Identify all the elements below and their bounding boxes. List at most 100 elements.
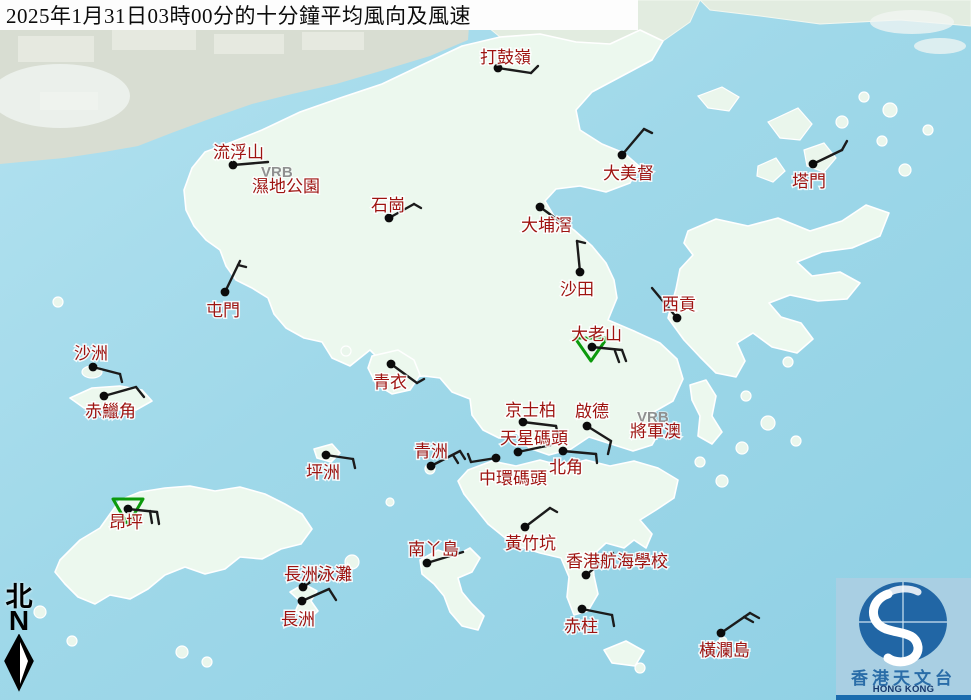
station-dot (492, 454, 501, 463)
hko-logo-icon (836, 578, 971, 668)
station-dot (427, 462, 436, 471)
station-dot (717, 629, 726, 638)
station: 坪洲 (306, 451, 355, 482)
station-dot (583, 422, 592, 431)
north-compass: 北 N (2, 584, 36, 697)
station: 赤柱 (564, 605, 614, 636)
station: 大美督 (603, 129, 654, 183)
wind-barb-tick (136, 387, 144, 397)
station-label: 天星碼頭 (500, 429, 568, 448)
wind-barb-tick (329, 589, 336, 600)
station-dot (582, 571, 591, 580)
wind-barb-tick (157, 512, 159, 524)
station: 天星碼頭 (500, 429, 568, 456)
wind-barb-tick (460, 451, 465, 459)
station-label: 長洲泳灘 (284, 565, 352, 584)
station-label: 昂坪 (109, 513, 143, 532)
wind-barb-staff (592, 347, 622, 350)
wind-barb-tick (453, 455, 458, 463)
station-label: 流浮山 (213, 143, 264, 162)
station: 大老山 (571, 325, 626, 362)
wind-barb-tick (550, 508, 557, 512)
station-dot (536, 203, 545, 212)
station: 北角 (549, 447, 597, 477)
station-label: 坪洲 (306, 463, 340, 482)
station-dot (673, 314, 682, 323)
wind-barb-staff (563, 451, 596, 454)
station-dot (514, 448, 523, 457)
wind-barb-staff (721, 613, 750, 633)
station: 中環碼頭 (468, 454, 547, 488)
station-label: 黃竹坑 (505, 534, 556, 553)
station-dot (576, 268, 585, 277)
station-label: 大美督 (603, 164, 654, 183)
compass-needle-icon (2, 634, 36, 692)
station-label: 赤柱 (564, 617, 598, 636)
map-title-bar: 2025年1月31日03時00分的十分鐘平均風向及風速 (0, 0, 638, 30)
station-dot (618, 151, 627, 160)
wind-barb-tick (615, 351, 619, 362)
station-label: 大老山 (571, 325, 622, 344)
wind-barb-tick (744, 617, 753, 622)
wind-barb-staff (498, 68, 531, 73)
station: 橫瀾島 (699, 613, 759, 660)
station: 青洲 (414, 442, 465, 470)
wind-barb-staff (813, 150, 842, 164)
station-label: 青洲 (414, 442, 448, 461)
wind-barb-tick (622, 350, 626, 361)
station: VRB濕地公園 (252, 164, 320, 196)
wind-barb-staff (302, 589, 329, 601)
station-label: 南丫島 (408, 540, 459, 559)
station-label: 北角 (549, 458, 583, 477)
station: 啟德 (575, 402, 611, 454)
station: 南丫島 (408, 540, 463, 567)
station-label: 中環碼頭 (479, 469, 547, 488)
station-dot (322, 451, 331, 460)
station-label: 啟德 (575, 402, 609, 421)
station: 昂坪 (109, 499, 159, 532)
station-label: 青衣 (373, 373, 407, 392)
station: VRB將軍澳 (630, 409, 681, 441)
station-label: 大埔滘 (521, 216, 572, 235)
station-label: 屯門 (206, 301, 240, 320)
station-label: 橫瀾島 (699, 641, 750, 660)
station-label: 香港航海學校 (566, 552, 668, 571)
station-label: 將軍澳 (630, 422, 681, 441)
station: 赤鱲角 (85, 387, 144, 421)
wind-barb-staff (523, 422, 556, 426)
station: 長洲泳灘 (284, 565, 352, 591)
station: 長洲 (281, 589, 336, 629)
station-label: 塔門 (792, 172, 826, 191)
station: 屯門 (206, 261, 246, 320)
station-dot (298, 597, 307, 606)
station: 打鼓嶺 (480, 48, 538, 73)
wind-barb-tick (414, 204, 421, 208)
wind-barb-tick (417, 379, 424, 383)
station-label: 沙田 (560, 280, 594, 299)
wind-barb-staff (525, 508, 550, 527)
wind-barb-tick (120, 374, 122, 382)
station-dot (809, 160, 818, 169)
station: 塔門 (792, 141, 847, 191)
station-dot (221, 288, 230, 297)
wind-barb-tick (531, 66, 538, 73)
station-label: 西貢 (662, 295, 696, 314)
station: 青衣 (373, 360, 424, 392)
station-dot (521, 523, 530, 532)
station: 流浮山 (213, 143, 268, 169)
station: 西貢 (652, 288, 696, 322)
station-label: 濕地公園 (252, 177, 320, 196)
station-label: 打鼓嶺 (480, 48, 531, 67)
station: 香港航海學校 (566, 552, 668, 579)
wind-barb-tick (238, 265, 246, 267)
wind-barb-staff (622, 129, 644, 155)
stations-layer: 打鼓嶺流浮山VRB濕地公園石崗大美督塔門大埔滘沙田西貢大老山青衣京士柏啟德VRB… (0, 0, 971, 700)
wind-barb-staff (577, 241, 580, 272)
wind-barb-tick (596, 454, 597, 463)
hko-logo: 香港天文台 HONG KONG OBSERVATORY (836, 578, 971, 700)
wind-barb-tick (644, 129, 652, 133)
wind-barb-tick (608, 441, 611, 454)
wind-barb-tick (353, 459, 355, 468)
wind-barb-tick (612, 615, 614, 626)
station-label: 石崗 (371, 196, 405, 215)
